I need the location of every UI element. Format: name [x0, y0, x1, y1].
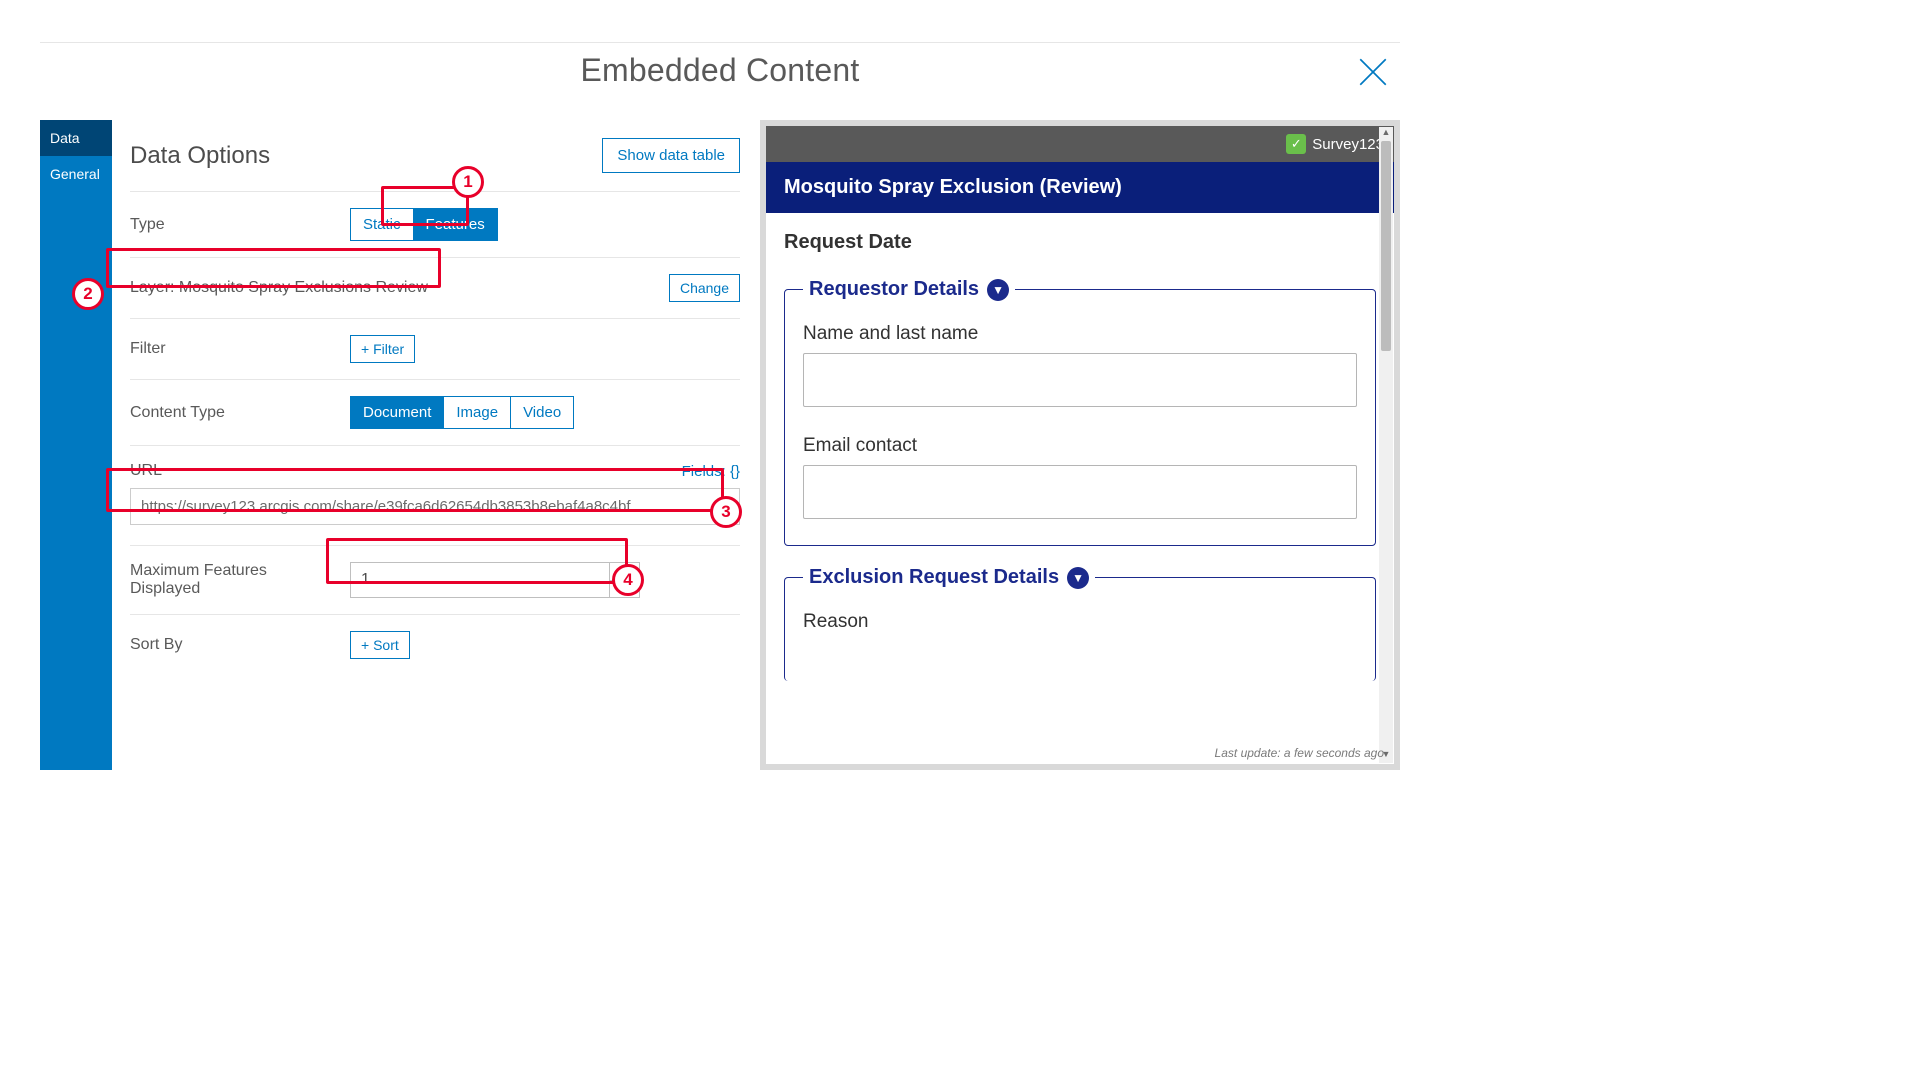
group-requestor-legend[interactable]: Requestor Details ▼ — [803, 278, 1015, 301]
last-update: Last update: a few seconds ago — [1215, 746, 1384, 760]
group-exclusion: Exclusion Request Details ▼ Reason — [784, 566, 1376, 681]
name-label: Name and last name — [803, 323, 1357, 345]
show-data-table-button[interactable]: Show data table — [602, 138, 740, 173]
tab-general[interactable]: General — [40, 156, 112, 192]
type-features[interactable]: Features — [414, 208, 498, 241]
max-features-label: Maximum Features Displayed — [130, 562, 330, 598]
chevron-down-icon[interactable]: ▼ — [987, 279, 1009, 301]
section-title: Data Options — [130, 142, 270, 170]
config-pane: Data General Data Options Show data tabl… — [40, 120, 740, 770]
row-layer: Layer: Mosquito Spray Exclusions Review … — [130, 257, 740, 318]
scroll-thumb[interactable] — [1381, 141, 1391, 351]
url-input[interactable] — [130, 488, 740, 525]
scroll-up-icon[interactable]: ▲ — [1379, 127, 1393, 141]
content-type-segmented: Document Image Video — [350, 396, 574, 429]
divider — [40, 42, 1400, 43]
group-exclusion-title: Exclusion Request Details — [809, 566, 1059, 589]
stepper-up-icon[interactable]: ▲ — [610, 563, 639, 580]
add-sort-button[interactable]: + Sort — [350, 631, 410, 659]
tab-data[interactable]: Data — [40, 120, 112, 156]
layer-label: Layer: Mosquito Spray Exclusions Review — [130, 279, 649, 297]
survey-topbar: ✓ Survey123 — [766, 126, 1394, 162]
url-label: URL — [130, 462, 674, 480]
change-layer-button[interactable]: Change — [669, 274, 740, 302]
ct-image[interactable]: Image — [444, 396, 511, 429]
type-static[interactable]: Static — [350, 208, 414, 241]
group-requestor: Requestor Details ▼ Name and last name E… — [784, 278, 1376, 546]
row-url: URL Fields: {} — [130, 445, 740, 545]
row-content-type: Content Type Document Image Video — [130, 379, 740, 445]
group-requestor-title: Requestor Details — [809, 278, 979, 301]
stepper-down-icon[interactable]: ▼ — [610, 580, 639, 598]
filter-label: Filter — [130, 340, 330, 358]
max-features-input[interactable] — [351, 563, 609, 597]
row-sort: Sort By + Sort — [130, 614, 740, 675]
ct-document[interactable]: Document — [350, 396, 444, 429]
fields-link[interactable]: Fields: {} — [682, 463, 740, 480]
row-type: Type Static Features — [130, 191, 740, 257]
preview-pane: ✓ Survey123 Mosquito Spray Exclusion (Re… — [760, 120, 1400, 770]
type-label: Type — [130, 216, 330, 234]
ct-video[interactable]: Video — [511, 396, 574, 429]
type-segmented: Static Features — [350, 208, 498, 241]
row-filter: Filter + Filter — [130, 318, 740, 379]
group-exclusion-legend[interactable]: Exclusion Request Details ▼ — [803, 566, 1095, 589]
vertical-tabs: Data General — [40, 120, 112, 770]
dialog-title: Embedded Content — [0, 52, 1440, 89]
preview-scrollbar[interactable]: ▲ ▼ — [1379, 127, 1393, 763]
reason-label: Reason — [803, 611, 1357, 633]
survey123-brand: Survey123 — [1312, 136, 1384, 153]
max-features-spinner: ▲ ▼ — [350, 562, 640, 598]
add-filter-button[interactable]: + Filter — [350, 335, 415, 363]
email-input[interactable] — [803, 465, 1357, 519]
survey123-icon: ✓ — [1286, 134, 1306, 154]
survey-title: Mosquito Spray Exclusion (Review) — [766, 162, 1394, 213]
email-label: Email contact — [803, 435, 1357, 457]
request-date-label: Request Date — [784, 231, 1376, 254]
sort-label: Sort By — [130, 636, 330, 654]
data-options-form: Data Options Show data table Type Static… — [112, 120, 740, 770]
row-max-features: Maximum Features Displayed ▲ ▼ — [130, 545, 740, 614]
content-type-label: Content Type — [130, 404, 330, 422]
name-input[interactable] — [803, 353, 1357, 407]
chevron-down-icon[interactable]: ▼ — [1067, 567, 1089, 589]
close-icon[interactable] — [1356, 55, 1390, 89]
